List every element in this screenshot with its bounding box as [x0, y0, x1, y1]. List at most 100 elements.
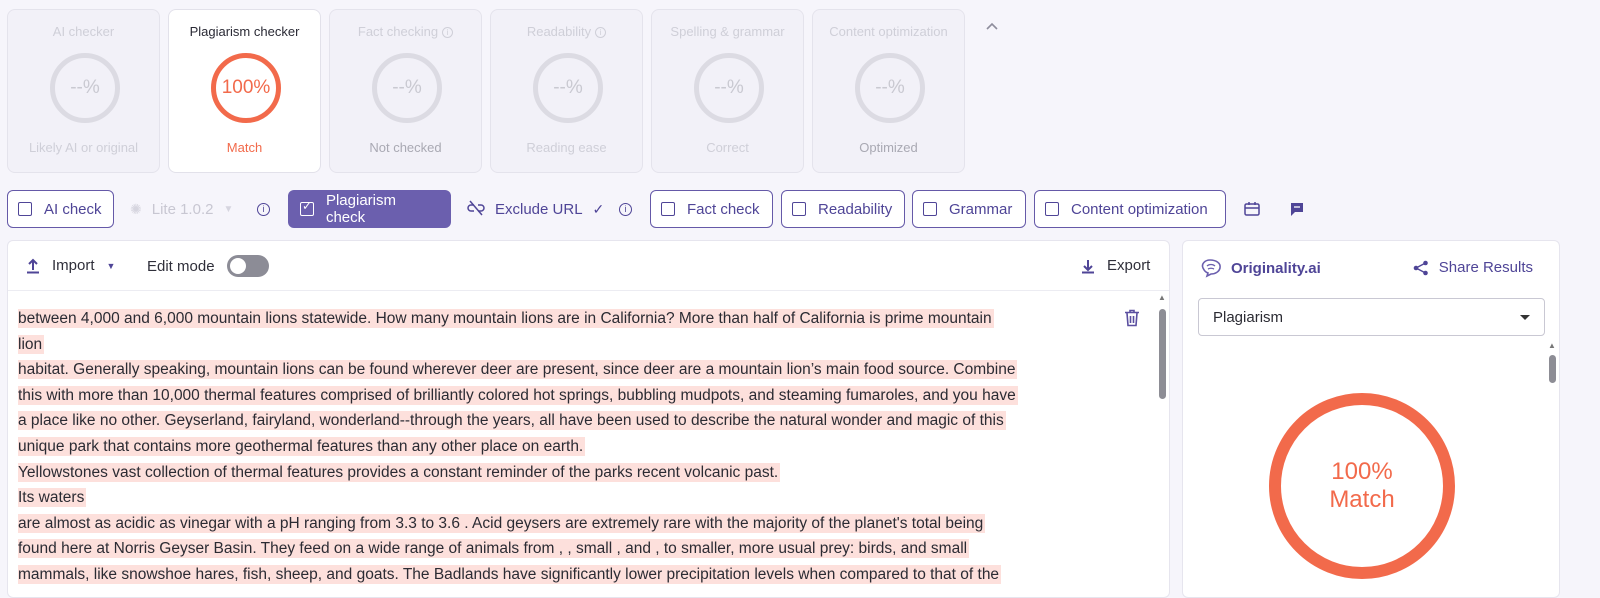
- edit-mode-label: Edit mode: [147, 257, 215, 275]
- info-icon: i: [442, 27, 454, 38]
- ai-check-label: AI check: [44, 200, 102, 218]
- toggle-switch[interactable]: [226, 255, 269, 277]
- score-ring: --%: [694, 53, 764, 123]
- results-panel: Originality.ai Share Results Plagiarism …: [1182, 240, 1560, 598]
- calendar-icon[interactable]: [1244, 190, 1260, 228]
- brand-name: Originality.ai: [1231, 259, 1321, 277]
- card-plagiarism-checker[interactable]: Plagiarism checker 100% Match: [168, 9, 321, 173]
- checkbox[interactable]: [923, 202, 937, 216]
- score-label: Match: [1329, 486, 1395, 513]
- text-line: habitat. Generally speaking, mountain li…: [18, 360, 1018, 380]
- chevron-up-icon[interactable]: [985, 20, 1001, 36]
- fact-check-toggle[interactable]: Fact check: [650, 190, 773, 228]
- export-button[interactable]: Export: [1081, 257, 1150, 274]
- scrollbar-thumb[interactable]: [1159, 309, 1166, 399]
- checkbox[interactable]: [18, 202, 32, 216]
- ai-check-toggle[interactable]: AI check: [7, 190, 114, 228]
- card-title: Fact checking i: [330, 24, 481, 39]
- share-icon: [1413, 260, 1428, 275]
- text-line: Yellowstones vast collection of thermal …: [18, 462, 781, 482]
- plagiarism-check-label: Plagiarism check: [325, 192, 396, 226]
- grammar-label: Grammar: [949, 200, 1013, 218]
- brain-icon: ✺: [130, 200, 142, 217]
- score-ring: --%: [533, 53, 603, 123]
- model-label: Lite 1.0.2: [151, 200, 214, 218]
- score-ring: 100%: [211, 53, 281, 123]
- text-line: found here at Norris Geyser Basin. They …: [18, 539, 970, 559]
- text-line: lion: [18, 334, 45, 354]
- text-line: unique park that contains more geotherma…: [18, 436, 586, 456]
- model-select[interactable]: ✺ Lite 1.0.2 ▼: [130, 190, 233, 228]
- fact-check-label: Fact check: [687, 200, 760, 218]
- card-subtitle: Match: [226, 140, 263, 155]
- export-label: Export: [1107, 257, 1151, 274]
- readability-toggle[interactable]: Readability: [781, 190, 905, 228]
- scroll-up-arrow[interactable]: ▲: [1548, 341, 1556, 350]
- checkbox-checked[interactable]: [300, 199, 314, 216]
- brand: Originality.ai: [1199, 258, 1321, 278]
- text-line: mammals, like snowshoe hares, fish, shee…: [18, 564, 1002, 584]
- checkbox[interactable]: [792, 202, 806, 216]
- grammar-toggle[interactable]: Grammar: [912, 190, 1026, 228]
- card-subtitle: Likely AI or original: [28, 140, 139, 155]
- text-line: this with more than 10,000 thermal featu…: [18, 385, 1018, 405]
- score-ring-large: 100% Match: [1269, 393, 1455, 579]
- card-content-optimization[interactable]: Content optimization --% Optimized: [812, 9, 965, 173]
- text-line: Its waters: [18, 488, 87, 508]
- score-cards: AI checker --% Likely AI or original Pla…: [7, 9, 965, 173]
- comment-icon[interactable]: [1289, 190, 1305, 228]
- brain-logo-icon: [1201, 259, 1221, 278]
- card-fact-checking[interactable]: Fact checking i --% Not checked: [329, 9, 482, 173]
- card-ai-checker[interactable]: AI checker --% Likely AI or original: [7, 9, 160, 173]
- text-line: a place like no other. Geyserland, fairy…: [18, 411, 1006, 431]
- upload-icon: [27, 258, 39, 273]
- card-title: Readability i: [491, 24, 642, 39]
- scroll-up-arrow[interactable]: ▲: [1158, 293, 1166, 302]
- text-line: are almost as acidic as vinegar with a p…: [18, 513, 986, 533]
- checkbox[interactable]: [661, 202, 675, 216]
- score-value: 100%: [1331, 458, 1393, 485]
- score-ring: --%: [855, 53, 925, 123]
- score-ring: --%: [50, 53, 120, 123]
- check-toolbar: AI check ✺ Lite 1.0.2 ▼ i Plagiarism che…: [7, 190, 1597, 228]
- readability-label: Readability: [818, 200, 893, 218]
- card-title: Content optimization: [829, 24, 948, 39]
- plagiarism-check-toggle[interactable]: Plagiarism check: [288, 190, 451, 228]
- select-value: Plagiarism: [1213, 308, 1284, 326]
- scrollbar-thumb[interactable]: [1549, 355, 1556, 383]
- caret-down-icon: [1520, 314, 1530, 320]
- result-type-select[interactable]: Plagiarism: [1198, 298, 1545, 336]
- share-results-button[interactable]: Share Results: [1413, 259, 1533, 276]
- trash-icon[interactable]: [1124, 309, 1140, 332]
- card-title: AI checker: [52, 24, 115, 39]
- model-info-icon[interactable]: i: [257, 190, 270, 228]
- card-title: Plagiarism checker: [189, 24, 300, 39]
- content-optimization-toggle[interactable]: Content optimization: [1034, 190, 1226, 228]
- card-readability[interactable]: Readability i --% Reading ease: [490, 9, 643, 173]
- panel-scrollbar[interactable]: ▲: [1547, 341, 1557, 597]
- card-subtitle: Correct: [706, 140, 749, 155]
- chevron-down-icon: ▼: [223, 203, 234, 215]
- exclude-url-toggle[interactable]: Exclude URL ✓: [467, 190, 604, 228]
- edit-mode-switch[interactable]: Edit mode: [147, 255, 269, 277]
- card-subtitle: Optimized: [859, 140, 918, 155]
- checkbox[interactable]: [1045, 202, 1059, 216]
- editor-scrollbar[interactable]: ▲: [1157, 293, 1167, 597]
- text-editor: Import ▼ Edit mode Export between 4,000 …: [7, 240, 1170, 598]
- document-text[interactable]: between 4,000 and 6,000 mountain lions s…: [18, 306, 1118, 588]
- import-button[interactable]: Import ▼: [26, 257, 115, 274]
- score-ring: --%: [372, 53, 442, 123]
- card-title: Spelling & grammar: [670, 24, 785, 39]
- check-icon: ✓: [592, 200, 605, 217]
- chevron-down-icon: ▼: [106, 260, 116, 271]
- import-label: Import: [52, 257, 95, 274]
- exclude-url-label: Exclude URL: [495, 200, 583, 218]
- share-label: Share Results: [1438, 259, 1533, 276]
- content-optimization-label: Content optimization: [1071, 200, 1208, 218]
- unlink-icon: [467, 200, 485, 219]
- editor-header: Import ▼ Edit mode Export: [8, 241, 1169, 291]
- info-icon: i: [595, 27, 607, 38]
- exclude-url-info-icon[interactable]: i: [619, 190, 632, 228]
- card-spelling-grammar[interactable]: Spelling & grammar --% Correct: [651, 9, 804, 173]
- card-subtitle: Reading ease: [526, 140, 607, 155]
